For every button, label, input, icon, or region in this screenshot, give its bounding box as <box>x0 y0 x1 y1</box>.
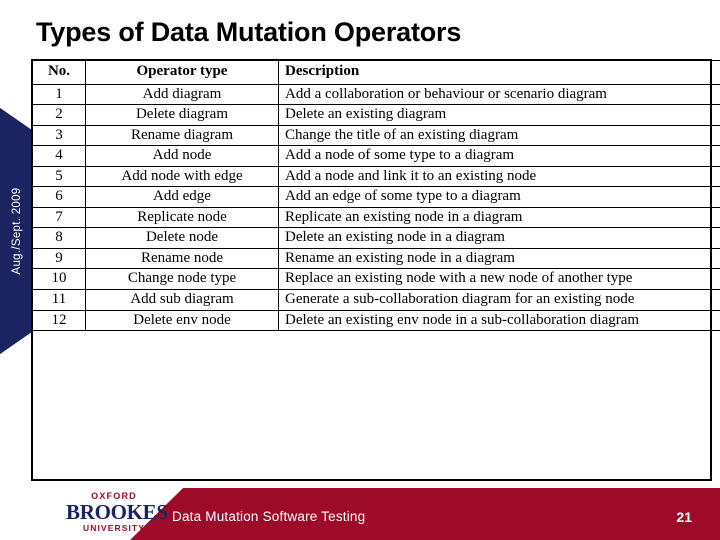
table-row: 1 Add diagram Add a collaboration or behav… <box>32 83 720 106</box>
cell-operator-type: Add node with edge <box>85 165 279 188</box>
cell-description: Replicate an existing node in a diagram <box>278 206 720 229</box>
slide-title: Types of Data Mutation Operators <box>36 17 462 47</box>
table-row: 5 Add node with edge Add a node and link i… <box>32 165 720 188</box>
cell-description-text: Add an edge of some type to a diagram <box>285 188 521 205</box>
cell-description-text: Replicate an existing node in a diagram <box>285 208 523 225</box>
cell-no: 6 <box>32 186 86 208</box>
cell-description: Generate a sub-collaboration diagram for… <box>278 289 720 311</box>
cell-no: 7 <box>32 206 86 229</box>
cell-operator-type: Delete node <box>85 227 279 249</box>
cell-description: Add a node of some type to a diagram <box>278 145 720 167</box>
cell-description-text: Generate a sub-collaboration diagram for… <box>285 291 635 308</box>
cell-operator-type: Add node <box>85 145 279 167</box>
cell-description: Add a collaboration or behaviour or scen… <box>278 83 720 106</box>
cell-description-text: Replace an existing node with a new node… <box>285 270 633 287</box>
cell-no: 1 <box>32 83 86 106</box>
table-body: 1 Add diagram Add a collaboration or behav… <box>32 83 720 332</box>
cell-description-text: Rename an existing node in a diagram <box>285 249 515 266</box>
date-side-tab: Aug./Sept. 2009 <box>0 107 34 355</box>
logo-university-text: UNIVERSITY <box>82 522 145 533</box>
table-row: 2 Delete diagram Delete an existing diagra… <box>32 104 720 126</box>
cell-description-text: Add a collaboration or behaviour or scen… <box>285 85 607 102</box>
slide-footer: OXFORD BROOKES UNIVERSITY Data Mutation … <box>0 484 720 540</box>
cell-no: 3 <box>32 124 86 147</box>
table-header: No. Operator type Description <box>32 60 720 85</box>
table-row: 9 Rename node Rename an existing node in a… <box>32 247 720 270</box>
cell-description: Change the title of an existing diagram <box>278 124 720 147</box>
date-side-tab-label: Aug./Sept. 2009 <box>11 187 23 275</box>
data-mutation-operators-table: No. Operator type Description 1 Add diagr… <box>32 60 720 332</box>
cell-operator-type: Add sub diagram <box>85 289 279 311</box>
table-row: 11 Add sub diagram Generate a sub-collabor… <box>32 289 720 311</box>
cell-operator-type: Add edge <box>85 186 279 208</box>
slide-number: 21 <box>676 509 692 525</box>
oxford-brookes-university-logo: OXFORD BROOKES UNIVERSITY <box>66 491 168 533</box>
cell-description-text: Add a node and link it to an existing no… <box>285 167 537 184</box>
cell-description-text: Delete an existing env node in a sub-col… <box>285 311 640 328</box>
table-header-row: No. Operator type Description <box>32 60 720 85</box>
cell-no: 9 <box>32 247 86 270</box>
cell-no: 2 <box>32 104 86 126</box>
cell-no: 4 <box>32 145 86 167</box>
table-row: 6 Add edge Add an edge of some type to a d… <box>32 186 720 208</box>
table-row: 10 Change node type Replace an existing no… <box>32 268 720 291</box>
logo-brookes-text: BROOKES <box>66 499 168 524</box>
table-row: 12 Delete env node Delete an existing env … <box>32 309 720 332</box>
cell-description: Rename an existing node in a diagram <box>278 247 720 270</box>
column-header-description: Description <box>278 60 720 85</box>
cell-description: Add a node and link it to an existing no… <box>278 165 720 188</box>
cell-description-text: Delete an existing node in a diagram <box>285 229 505 246</box>
cell-description-text: Change the title of an existing diagram <box>285 126 519 143</box>
table-row: 8 Delete node Delete an existing node in a… <box>32 227 720 249</box>
cell-description: Delete an existing env node in a sub-col… <box>278 309 720 332</box>
cell-description: Add an edge of some type to a diagram <box>278 186 720 208</box>
cell-operator-type: Add diagram <box>85 83 279 106</box>
cell-no: 8 <box>32 227 86 249</box>
cell-description-text: Delete an existing diagram <box>285 106 447 123</box>
cell-no: 11 <box>32 289 86 311</box>
table-row: 3 Rename diagram Change the title of an ex… <box>32 124 720 147</box>
column-header-no: No. <box>32 60 86 85</box>
cell-description: Delete an existing diagram <box>278 104 720 126</box>
cell-description: Delete an existing node in a diagram <box>278 227 720 249</box>
cell-no: 12 <box>32 309 86 332</box>
cell-operator-type: Change node type <box>85 268 279 291</box>
footer-presentation-title: Data Mutation Software Testing <box>172 509 366 524</box>
cell-no: 5 <box>32 165 86 188</box>
column-header-operator-type: Operator type <box>85 60 279 85</box>
cell-operator-type: Rename node <box>85 247 279 270</box>
cell-operator-type: Rename diagram <box>85 124 279 147</box>
cell-description: Replace an existing node with a new node… <box>278 268 720 291</box>
table-row: 4 Add node Add a node of some type to a di… <box>32 145 720 167</box>
cell-no: 10 <box>32 268 86 291</box>
cell-description-text: Add a node of some type to a diagram <box>285 147 515 164</box>
cell-operator-type: Delete diagram <box>85 104 279 126</box>
cell-operator-type: Replicate node <box>85 206 279 229</box>
table-row: 7 Replicate node Replicate an existing nod… <box>32 206 720 229</box>
cell-operator-type: Delete env node <box>85 309 279 332</box>
